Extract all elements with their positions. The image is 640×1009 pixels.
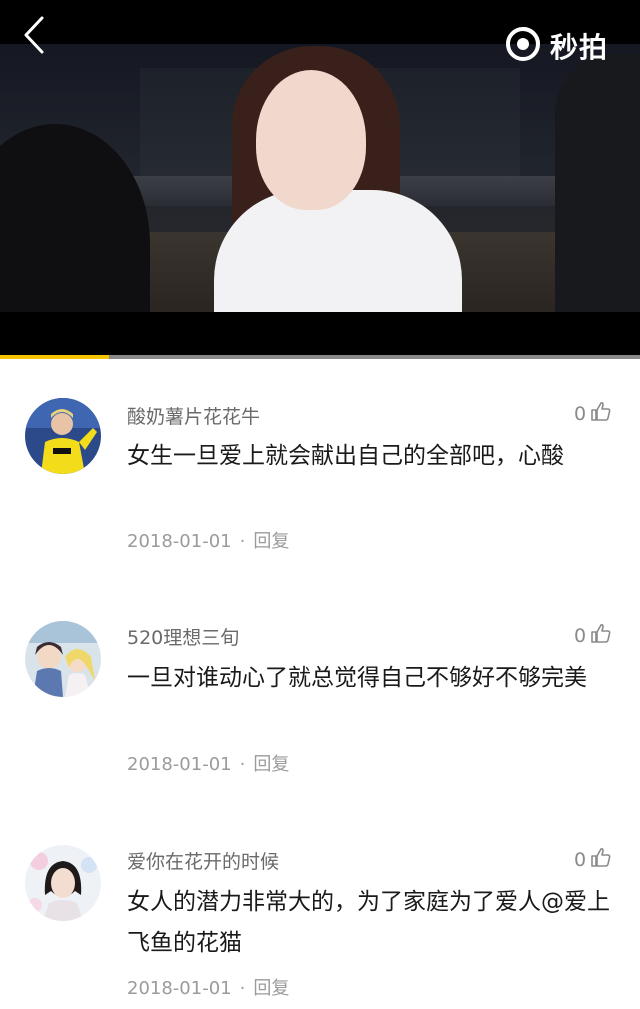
back-button[interactable]: [14, 14, 54, 60]
comment-username[interactable]: 爱你在花开的时候: [127, 847, 279, 874]
comment-date: 2018-01-01: [127, 754, 232, 775]
comment-text: 女人的潜力非常大的，为了家庭为了爱人@爱上飞鱼的花猫: [127, 889, 610, 956]
avatar[interactable]: [25, 845, 101, 921]
thumbs-up-icon: [590, 400, 612, 427]
meta-separator: ·: [239, 978, 246, 999]
chevron-left-icon: [23, 16, 45, 58]
comment-meta: 2018-01-01 · 回复: [127, 527, 289, 553]
avatar[interactable]: [25, 621, 101, 697]
woman-face: [256, 70, 366, 210]
right-figure: [555, 54, 640, 312]
comment-date: 2018-01-01: [127, 531, 232, 552]
video-player[interactable]: 秒拍: [0, 0, 640, 356]
comment-text: 女生一旦爱上就会献出自己的全部吧，心酸: [127, 443, 564, 469]
reply-button[interactable]: 回复: [253, 531, 289, 552]
meta-separator: ·: [239, 531, 246, 552]
like-button[interactable]: 0: [574, 622, 612, 649]
comment-meta: 2018-01-01 · 回复: [127, 750, 289, 776]
comment-date: 2018-01-01: [127, 978, 232, 999]
thumbs-up-icon: [590, 846, 612, 873]
miaopai-logo-icon: [504, 25, 542, 67]
video-frame[interactable]: [0, 44, 640, 312]
comment-username[interactable]: 酸奶薯片花花牛: [127, 402, 260, 429]
avatar[interactable]: [25, 398, 101, 474]
like-button[interactable]: 0: [574, 400, 612, 427]
left-figure: [0, 124, 150, 312]
comment-meta: 2018-01-01 · 回复: [127, 974, 289, 1000]
like-count: 0: [574, 848, 587, 871]
brand-name: 秒拍: [550, 31, 609, 64]
comment-text: 一旦对谁动心了就总觉得自己不够好不够完美: [127, 665, 587, 691]
brand-logo: 秒拍: [504, 24, 608, 68]
thumbs-up-icon: [590, 622, 612, 649]
reply-button[interactable]: 回复: [253, 978, 289, 999]
reply-button[interactable]: 回复: [253, 754, 289, 775]
video-progress-fill: [0, 355, 109, 359]
woman-body: [214, 190, 462, 312]
like-button[interactable]: 0: [574, 846, 612, 873]
like-count: 0: [574, 624, 587, 647]
meta-separator: ·: [239, 754, 246, 775]
comment-username[interactable]: 520理想三旬: [127, 623, 239, 650]
video-progress-bar[interactable]: [0, 355, 640, 359]
like-count: 0: [574, 402, 587, 425]
